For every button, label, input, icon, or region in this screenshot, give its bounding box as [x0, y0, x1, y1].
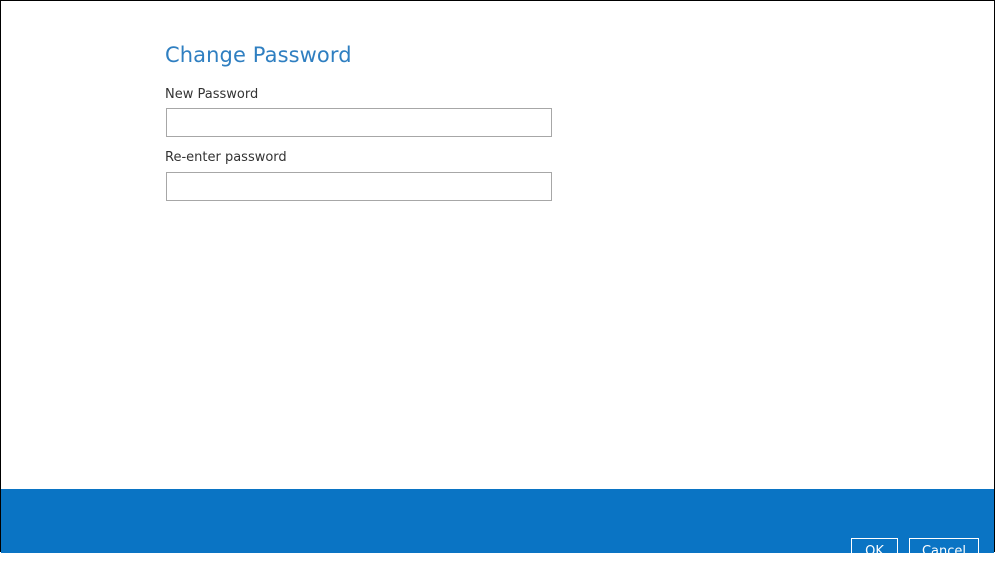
change-password-dialog: Change Password New Password Re-enter pa…	[0, 0, 995, 553]
reenter-password-input[interactable]	[166, 172, 552, 201]
reenter-password-label: Re-enter password	[165, 150, 287, 165]
new-password-input[interactable]	[166, 108, 552, 137]
dialog-title: Change Password	[165, 43, 352, 67]
dialog-footer	[1, 489, 994, 553]
new-password-label: New Password	[165, 87, 259, 102]
